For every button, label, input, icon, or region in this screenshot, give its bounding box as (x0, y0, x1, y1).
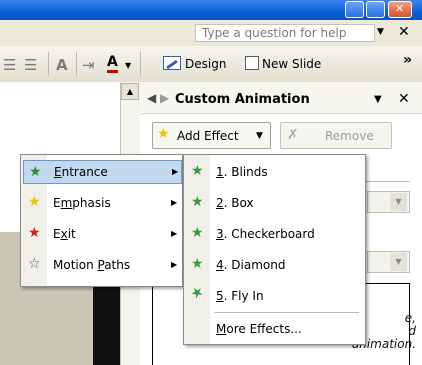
design-icon[interactable] (163, 56, 181, 70)
box-effect-icon: ★ (191, 194, 204, 210)
new-slide-button[interactable]: New Slide (262, 57, 321, 71)
menu-item-label: 3. Checkerboard (216, 227, 315, 241)
design-button[interactable]: Design (185, 57, 226, 71)
combo-dropdown-icon: ▼ (390, 193, 407, 211)
slide-shape (93, 280, 120, 365)
blinds-effect-icon: ★ (191, 163, 204, 179)
effect-item-box[interactable]: ★ 2. Box (186, 191, 363, 215)
remove-icon: ✗ (287, 127, 299, 143)
checkerboard-effect-icon: ★ (191, 225, 204, 241)
menu-separator (214, 312, 359, 313)
menu-item-label: 5. Fly In (216, 289, 264, 303)
start-combo[interactable]: ▼ (367, 191, 410, 213)
add-effect-dropdown-icon: ▼ (256, 131, 263, 141)
remove-button[interactable]: ✗ Remove (280, 122, 392, 149)
effect-item-blinds[interactable]: ★ 1. Blinds (186, 160, 363, 184)
ask-dropdown-icon[interactable]: ▼ (377, 27, 384, 37)
document-close-icon[interactable]: ✕ (398, 24, 410, 40)
submenu-arrow-icon: ▶ (171, 260, 178, 269)
effect-item-fly-in[interactable]: ★ 5. Fly In (186, 282, 363, 308)
increase-font-icon[interactable]: A (56, 56, 68, 74)
ask-question-input[interactable]: Type a question for help (195, 24, 375, 42)
numbering-icon[interactable]: ☰ (3, 56, 16, 74)
task-pane-title: Custom Animation (175, 92, 310, 107)
effect-item-checkerboard[interactable]: ★ 3. Checkerboard (186, 222, 363, 246)
emphasis-star-icon: ★ (28, 194, 41, 210)
more-effects-item[interactable]: More Effects... (186, 317, 363, 341)
close-icon[interactable] (388, 1, 412, 18)
speed-combo[interactable]: ▼ (367, 251, 410, 273)
menu-item-emphasis[interactable]: ★ Emphasis ▶ (23, 191, 182, 215)
submenu-arrow-icon: ▶ (171, 229, 178, 238)
menu-item-label: Emphasis (53, 196, 111, 210)
back-arrow-icon[interactable]: ◀ (147, 91, 156, 105)
combo-dropdown-icon: ▼ (390, 253, 407, 271)
diamond-effect-icon: ★ (191, 256, 204, 272)
entrance-submenu: ★ 1. Blinds ★ 2. Box ★ 3. Checkerboard ★… (183, 154, 366, 345)
toolbar-separator (76, 52, 77, 76)
motion-paths-star-icon: ☆ (28, 256, 41, 272)
scroll-up-icon[interactable]: ▲ (121, 83, 139, 100)
add-effect-button[interactable]: ★ Add Effect ▼ (152, 122, 271, 149)
submenu-arrow-icon: ▶ (172, 167, 179, 176)
menu-item-label: More Effects... (216, 322, 302, 336)
minimize-icon[interactable] (345, 1, 364, 18)
increase-indent-icon[interactable]: ⇥ (82, 56, 95, 74)
menu-item-label: 1. Blinds (216, 165, 268, 179)
entrance-star-icon: ★ (29, 164, 42, 180)
task-pane-menu-icon[interactable]: ▼ (374, 94, 382, 105)
submenu-arrow-icon: ▶ (171, 198, 178, 207)
menu-item-label: Exit (53, 227, 76, 241)
new-slide-icon[interactable] (245, 56, 259, 70)
exit-star-icon: ★ (28, 225, 41, 241)
menu-item-label: 4. Diamond (216, 258, 286, 272)
bullets-icon[interactable]: ☰ (24, 56, 37, 74)
menu-item-label: Entrance (54, 165, 108, 179)
font-color-dropdown-icon[interactable]: ▼ (125, 61, 131, 70)
toolbar-separator (140, 52, 141, 76)
menu-item-label: 2. Box (216, 196, 254, 210)
add-effect-label: Add Effect (177, 129, 239, 143)
task-pane-close-icon[interactable]: ✕ (398, 91, 410, 107)
menu-item-entrance[interactable]: ★ Entrance ▶ (23, 160, 182, 184)
remove-label: Remove (325, 129, 374, 143)
forward-arrow-icon[interactable]: ▶ (160, 91, 169, 105)
maximize-icon[interactable] (366, 1, 385, 18)
toolbar-separator (48, 52, 49, 76)
fly-in-effect-icon: ★ (187, 282, 207, 304)
menu-item-exit[interactable]: ★ Exit ▶ (23, 222, 182, 246)
font-color-icon[interactable]: A (107, 55, 118, 73)
menu-item-motion-paths[interactable]: ☆ Motion Paths ▶ (23, 253, 182, 277)
add-effect-menu: ★ Entrance ▶ ★ Emphasis ▶ ★ Exit ▶ ☆ Mot… (20, 154, 183, 287)
add-effect-star-icon: ★ (157, 126, 170, 142)
effect-item-diamond[interactable]: ★ 4. Diamond (186, 253, 363, 277)
menu-item-label: Motion Paths (53, 258, 131, 272)
toolbar-overflow-icon[interactable]: » (403, 52, 412, 68)
